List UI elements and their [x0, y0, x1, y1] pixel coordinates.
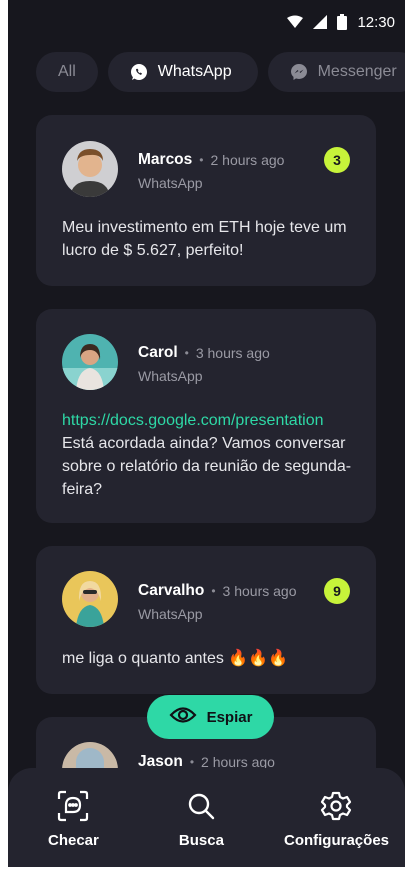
message-source: WhatsApp [138, 175, 203, 191]
message-time: 3 hours ago [195, 345, 270, 361]
sender-name: Carol [138, 344, 178, 361]
message-text: Meu investimento em ETH hoje teve um luc… [62, 219, 347, 259]
nav-label: Configurações [283, 832, 389, 849]
unread-badge: 3 [324, 147, 350, 173]
sender-row: Carvalho • 3 hours ago [138, 582, 297, 600]
unread-badge: 9 [324, 578, 350, 604]
filter-chips: All WhatsApp Messenger [36, 52, 405, 92]
wifi-icon [287, 15, 304, 29]
message-text: me liga o quanto antes 🔥🔥🔥 [62, 650, 289, 667]
bottom-nav: Checar Busca Configurações [8, 768, 405, 867]
sender-name: Carvalho [138, 582, 205, 599]
message-time: 3 hours ago [222, 583, 297, 599]
status-time: 12:30 [357, 13, 395, 31]
filter-whatsapp[interactable]: WhatsApp [107, 52, 258, 92]
filter-all[interactable]: All [36, 52, 98, 92]
sender-row: Marcos • 2 hours ago [138, 151, 284, 169]
message-source: WhatsApp [138, 606, 203, 622]
message-body: https://docs.google.com/presentation Est… [62, 409, 352, 501]
message-card-carol[interactable]: Carol • 3 hours ago WhatsApp https://doc… [36, 309, 376, 523]
message-card-marcos[interactable]: Marcos • 2 hours ago WhatsApp 3 Meu inve… [36, 115, 376, 286]
signal-icon [313, 15, 328, 29]
search-icon [185, 790, 217, 822]
filter-messenger[interactable]: Messenger [267, 52, 405, 92]
spy-button[interactable]: Espiar [147, 695, 274, 739]
message-text: Está acordada ainda? Vamos conversar sob… [62, 435, 352, 498]
whatsapp-icon [130, 63, 148, 81]
nav-checar[interactable]: Checar [48, 790, 99, 867]
nav-configuracoes[interactable]: Configurações [284, 790, 389, 867]
message-time: 2 hours ago [210, 152, 285, 168]
separator: • [211, 584, 216, 598]
avatar [62, 141, 118, 197]
nav-label: Checar [48, 832, 99, 849]
message-card-carvalho[interactable]: Carvalho • 3 hours ago WhatsApp 9 me lig… [36, 546, 376, 694]
separator: • [199, 153, 204, 167]
filter-label: All [58, 63, 76, 80]
sender-name: Marcos [138, 151, 193, 168]
eye-icon [169, 706, 197, 728]
battery-icon [337, 14, 348, 30]
filter-label: WhatsApp [157, 63, 232, 80]
avatar [62, 571, 118, 627]
message-source: WhatsApp [138, 368, 203, 384]
spy-button-label: Espiar [206, 708, 253, 726]
sender-row: Carol • 3 hours ago [138, 344, 270, 362]
scan-chat-icon [57, 790, 89, 822]
messenger-icon [290, 63, 308, 81]
status-bar: 12:30 [8, 0, 405, 44]
gear-icon [320, 790, 352, 822]
nav-label: Busca [178, 832, 224, 849]
message-link[interactable]: https://docs.google.com/presentation [62, 409, 352, 432]
separator: • [184, 346, 189, 360]
separator: • [189, 755, 195, 769]
app-screen: 12:30 All WhatsApp Messenger Marcos • 2 … [8, 0, 405, 867]
nav-busca[interactable]: Busca [179, 790, 224, 867]
filter-label: Messenger [317, 63, 397, 80]
avatar [62, 334, 118, 390]
